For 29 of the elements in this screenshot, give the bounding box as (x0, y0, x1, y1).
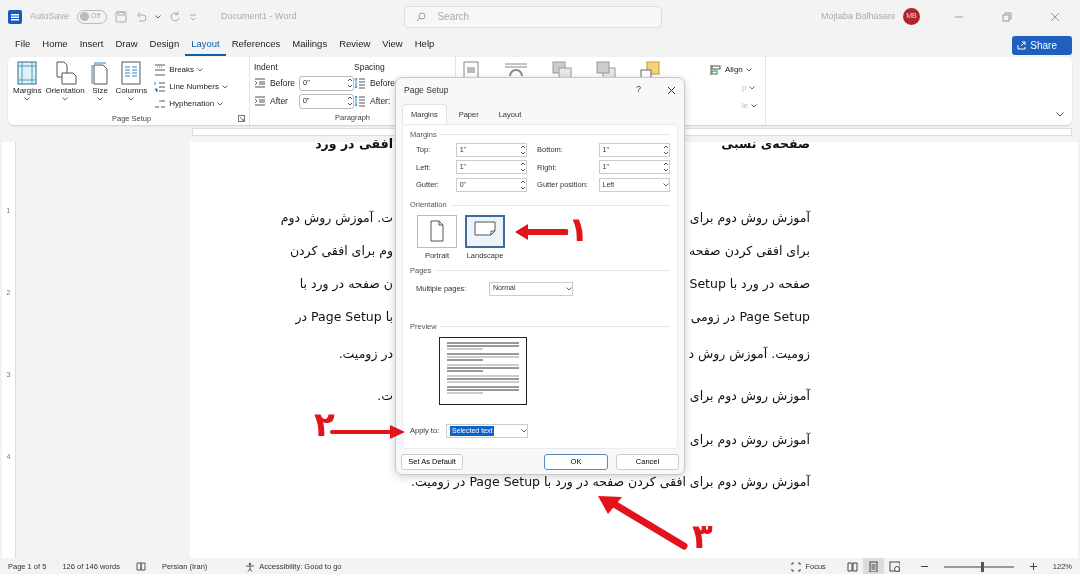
annotation-number: ۲ (314, 407, 335, 441)
body-text: آموزش روش دوم برای افقی کردن صفحه در ورد با Page Setup در زومیت. (411, 473, 810, 492)
body-text: زومیت. آموزش روش د (688, 346, 810, 362)
autosave-label: AutoSave (30, 9, 70, 23)
body-text: در زومیت. (338, 346, 393, 362)
body-text: ت. آموزش روش دوم (280, 210, 393, 226)
document-title: Document1 - Word (221, 9, 297, 23)
body-text: ن صفحه در ورد با (299, 276, 393, 292)
user-name: Mojtaba Bolhasani (820, 9, 895, 23)
section-label: Spacing (354, 61, 386, 74)
body-text: صفحه در ورد با Setup (689, 276, 810, 292)
field-label: Before: (370, 76, 398, 90)
section-label: Indent (254, 61, 279, 74)
body-text: Page Setup در زومی (690, 309, 810, 325)
body-text: وم برای افقی کردن (289, 243, 393, 259)
dialog-title: Page Setup (404, 83, 449, 97)
annotation-number: ۱ (568, 212, 589, 246)
heading-text: افقی در ورد (315, 135, 393, 151)
body-text: آموزش روش دوم برای (689, 210, 810, 226)
body-text: آموزش روش دوم برای (689, 388, 810, 404)
field-label: Before (270, 76, 296, 90)
annotation-number: ۳ (692, 519, 713, 553)
body-text: با Page Setup در (295, 309, 393, 325)
body-text: ت. (377, 388, 393, 404)
field-label: After: (370, 94, 391, 108)
heading-text: صفحه‌ی نسبی (721, 135, 810, 151)
field-label: After (270, 94, 289, 108)
body-text: برای افقی کردن صفحه (688, 243, 810, 259)
body-text: آموزش روش دوم برای (689, 431, 810, 447)
